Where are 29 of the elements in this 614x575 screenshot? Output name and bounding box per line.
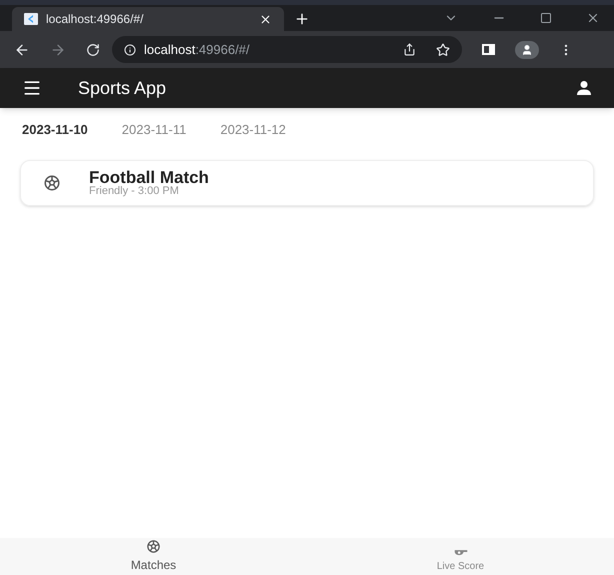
ball-icon [146,539,161,554]
whistle-icon [452,547,468,557]
date-tab[interactable]: 2023-11-12 [210,118,296,142]
star-icon[interactable] [436,42,450,56]
app-title: Sports App [78,76,168,100]
date-tab[interactable]: 2023-11-10 [12,118,98,142]
nav-tab[interactable]: Matches [0,538,307,575]
reload-icon[interactable] [86,42,100,56]
date-tab[interactable]: 2023-11-11 [112,118,196,142]
back-icon[interactable] [14,42,30,58]
info-icon [124,44,136,56]
app-logo-icon [24,13,38,25]
share-icon[interactable] [403,43,416,56]
url-text: localhost:49966/#/ [144,40,251,59]
side-panel-icon[interactable] [482,44,495,55]
match-card[interactable]: Football Match Friendly - 3:00 PM [20,160,594,206]
tab-title: localhost:49966/#/ [46,11,144,28]
account-icon[interactable] [576,80,592,96]
new-tab-icon[interactable] [294,11,310,27]
close-icon[interactable] [259,12,272,26]
browser-tab[interactable]: localhost:49966/#/ [12,7,284,31]
maximize-icon[interactable] [540,12,552,24]
forward-icon[interactable] [50,42,66,58]
match-title: Football Match [89,168,209,186]
ball-icon [43,174,61,192]
profile-avatar[interactable] [515,40,539,58]
match-subtitle: Friendly - 3:00 PM [89,186,180,196]
address-bar[interactable]: localhost:49966/#/ [112,36,462,63]
close-window-icon[interactable] [586,11,600,25]
